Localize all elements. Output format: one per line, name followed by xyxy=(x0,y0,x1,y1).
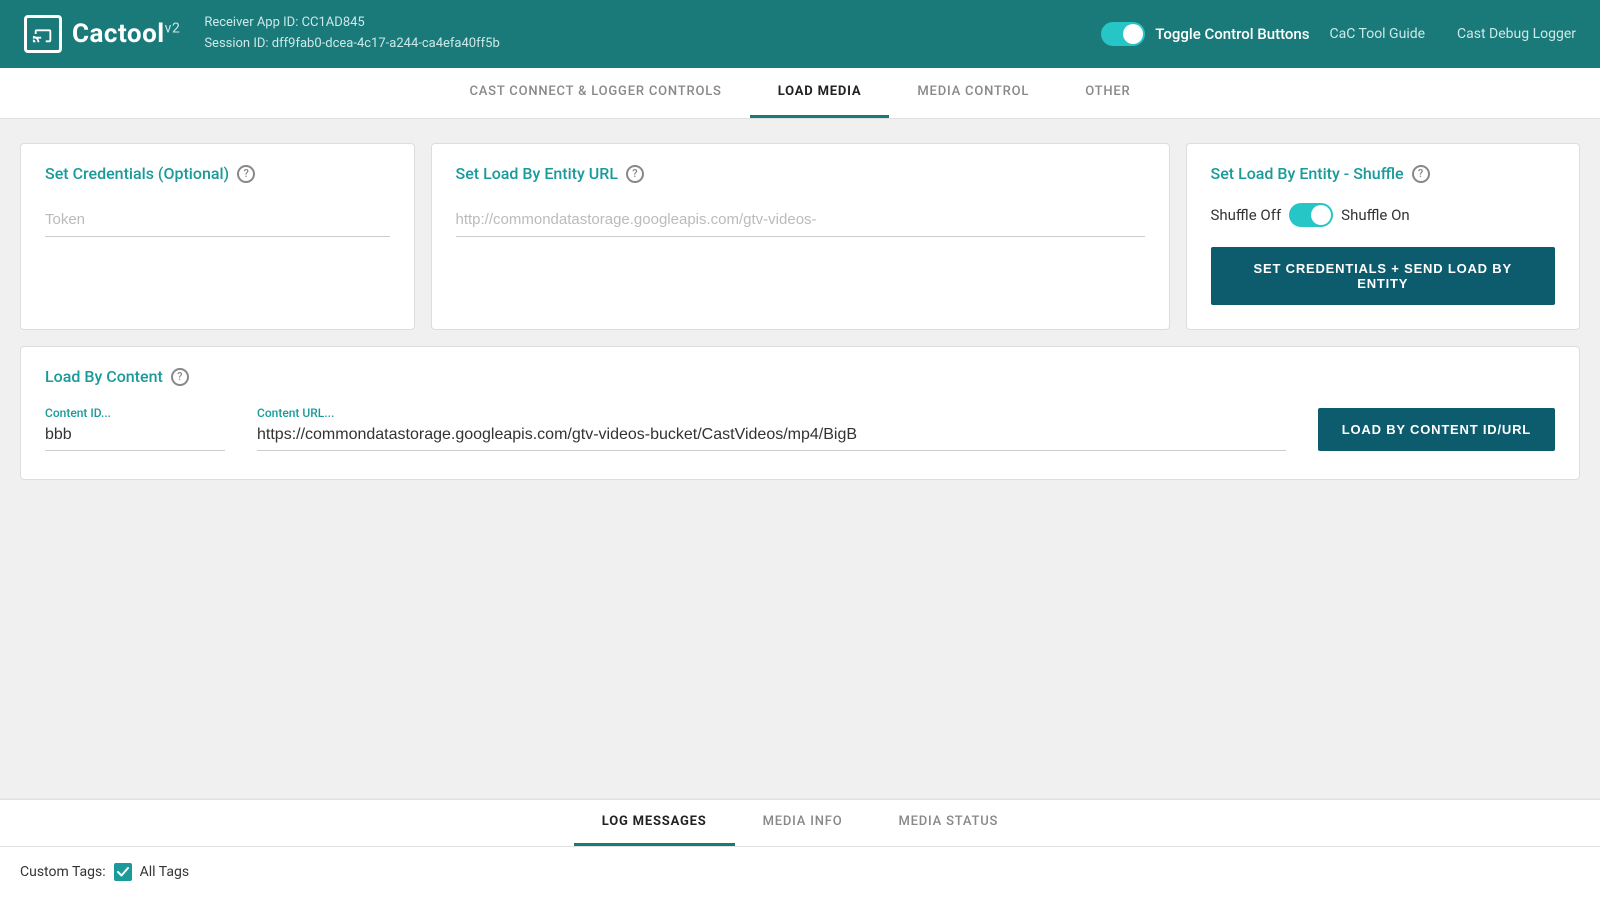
session-id: Session ID: dff9fab0-dcea-4c17-a244-ca4e… xyxy=(204,34,1081,55)
load-by-content-button[interactable]: LOAD BY CONTENT ID/URL xyxy=(1318,408,1555,451)
load-by-content-help-icon[interactable]: ? xyxy=(171,368,189,386)
load-by-entity-shuffle-title: Set Load By Entity - Shuffle ? xyxy=(1211,164,1556,183)
main-tab-bar: CAST CONNECT & LOGGER CONTROLS LOAD MEDI… xyxy=(0,68,1600,119)
main-content: Set Credentials (Optional) ? Set Load By… xyxy=(0,119,1600,798)
cast-svg xyxy=(32,23,54,45)
logo: Cactoolv2 xyxy=(24,15,180,53)
load-by-content-title: Load By Content ? xyxy=(45,367,1555,386)
content-url-input[interactable] xyxy=(257,422,1286,451)
tab-media-info[interactable]: MEDIA INFO xyxy=(735,800,871,846)
tab-media-control[interactable]: MEDIA CONTROL xyxy=(889,68,1057,118)
token-input[interactable] xyxy=(45,203,390,237)
toggle-label: Toggle Control Buttons xyxy=(1155,25,1309,43)
custom-tags-row: Custom Tags: All Tags xyxy=(20,863,1580,881)
log-section: LOG MESSAGES MEDIA INFO MEDIA STATUS Cus… xyxy=(0,799,1600,897)
tab-media-status[interactable]: MEDIA STATUS xyxy=(870,800,1026,846)
toggle-slider xyxy=(1101,22,1145,46)
header-nav: CaC Tool Guide Cast Debug Logger xyxy=(1330,26,1577,42)
entity-url-input[interactable] xyxy=(456,203,1145,237)
content-id-group: Content ID... xyxy=(45,406,225,451)
logo-text: Cactoolv2 xyxy=(72,19,180,49)
load-by-entity-shuffle-card: Set Load By Entity - Shuffle ? Shuffle O… xyxy=(1186,143,1581,330)
set-credentials-send-load-button[interactable]: SET CREDENTIALS + SEND LOAD BY ENTITY xyxy=(1211,247,1556,305)
content-url-group: Content URL... xyxy=(257,406,1286,451)
credentials-card: Set Credentials (Optional) ? xyxy=(20,143,415,330)
content-id-label: Content ID... xyxy=(45,406,225,420)
load-by-entity-url-card: Set Load By Entity URL ? xyxy=(431,143,1170,330)
all-tags-checkbox[interactable] xyxy=(114,863,132,881)
tab-load-media[interactable]: LOAD MEDIA xyxy=(750,68,890,118)
shuffle-off-label: Shuffle Off xyxy=(1211,206,1282,224)
tab-log-messages[interactable]: LOG MESSAGES xyxy=(574,800,735,846)
toggle-control-buttons-switch[interactable] xyxy=(1101,22,1145,46)
log-tab-bar: LOG MESSAGES MEDIA INFO MEDIA STATUS xyxy=(0,800,1600,847)
cast-icon xyxy=(24,15,62,53)
load-by-content-card: Load By Content ? Content ID... Content … xyxy=(20,346,1580,480)
content-id-input[interactable] xyxy=(45,422,225,451)
shuffle-slider xyxy=(1289,203,1333,227)
top-cards-row: Set Credentials (Optional) ? Set Load By… xyxy=(20,143,1580,330)
custom-tags-label: Custom Tags: xyxy=(20,864,106,880)
content-url-label: Content URL... xyxy=(257,406,1286,420)
checkbox-check-icon xyxy=(117,866,129,878)
credentials-help-icon[interactable]: ? xyxy=(237,165,255,183)
shuffle-toggle[interactable] xyxy=(1289,203,1333,227)
shuffle-help-icon[interactable]: ? xyxy=(1412,165,1430,183)
session-info: Receiver App ID: CC1AD845 Session ID: df… xyxy=(204,13,1081,55)
tab-other[interactable]: OTHER xyxy=(1057,68,1158,118)
toggle-control-section: Toggle Control Buttons xyxy=(1101,22,1309,46)
tab-cast-connect[interactable]: CAST CONNECT & LOGGER CONTROLS xyxy=(441,68,749,118)
receiver-id: Receiver App ID: CC1AD845 xyxy=(204,13,1081,34)
load-by-entity-url-title: Set Load By Entity URL ? xyxy=(456,164,1145,183)
shuffle-toggle-row: Shuffle Off Shuffle On xyxy=(1211,203,1556,227)
header: Cactoolv2 Receiver App ID: CC1AD845 Sess… xyxy=(0,0,1600,68)
all-tags-label: All Tags xyxy=(140,864,189,880)
cac-tool-guide-link[interactable]: CaC Tool Guide xyxy=(1330,26,1426,42)
credentials-card-title: Set Credentials (Optional) ? xyxy=(45,164,390,183)
load-by-entity-url-help-icon[interactable]: ? xyxy=(626,165,644,183)
content-inputs-row: Content ID... Content URL... LOAD BY CON… xyxy=(45,406,1555,451)
cast-debug-logger-link[interactable]: Cast Debug Logger xyxy=(1457,26,1576,42)
log-content-area: Custom Tags: All Tags xyxy=(0,847,1600,897)
shuffle-on-label: Shuffle On xyxy=(1341,206,1410,224)
